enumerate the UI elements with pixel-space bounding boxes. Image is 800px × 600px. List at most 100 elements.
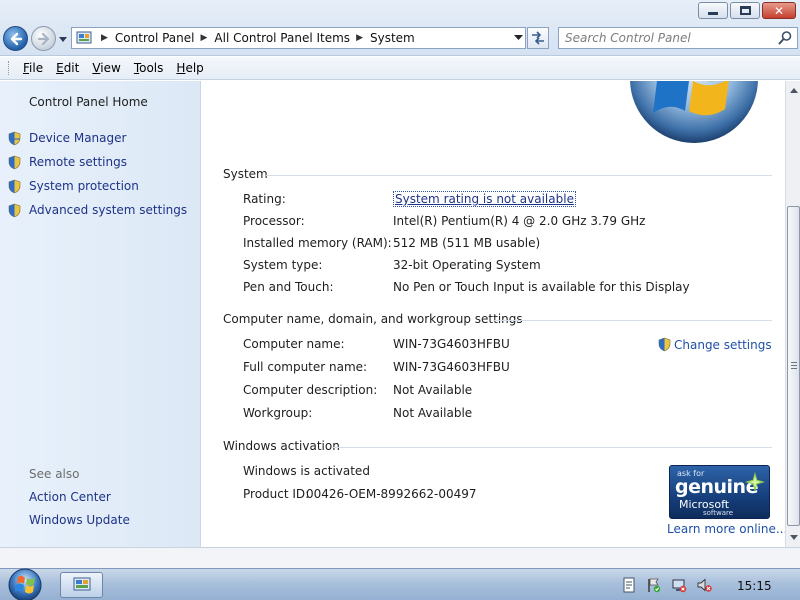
workgroup-label: Workgroup: xyxy=(243,406,313,420)
recent-pages-dropdown[interactable] xyxy=(58,34,68,44)
address-dropdown-button[interactable] xyxy=(511,28,525,48)
search-input[interactable] xyxy=(565,29,777,47)
memory-label: Installed memory (RAM): xyxy=(243,236,392,250)
thumb-grip xyxy=(791,368,797,369)
uac-shield-icon xyxy=(658,337,671,352)
back-button[interactable] xyxy=(3,26,28,51)
uac-shield-icon xyxy=(8,179,21,194)
maximize-icon xyxy=(739,6,751,15)
minimize-button[interactable] xyxy=(698,2,728,19)
pen-touch-value: No Pen or Touch Input is available for t… xyxy=(393,280,690,294)
taskbar-control-panel-button[interactable] xyxy=(60,572,103,598)
windows-logo xyxy=(630,81,758,143)
thumb-grip xyxy=(791,362,797,363)
menu-label-rest: iew xyxy=(100,61,121,75)
document-icon[interactable] xyxy=(621,577,637,593)
address-bar[interactable]: ▶ Control Panel ▶ All Control Panel Item… xyxy=(71,27,526,49)
full-computer-name-label: Full computer name: xyxy=(243,360,368,374)
menu-label-rest: ools xyxy=(139,61,164,75)
close-button[interactable]: ✕ xyxy=(762,2,796,19)
menu-label-rest: ile xyxy=(29,61,44,75)
menu-tools[interactable]: Tools xyxy=(128,61,170,75)
menu-edit[interactable]: Edit xyxy=(50,61,85,75)
uac-shield-icon xyxy=(8,131,21,146)
maximize-button[interactable] xyxy=(730,2,760,19)
uac-shield-icon xyxy=(8,203,21,218)
menu-grip xyxy=(8,61,11,75)
system-properties-content: System Rating: System rating is not avai… xyxy=(202,81,785,547)
learn-more-online-link[interactable]: Learn more online... xyxy=(667,522,785,536)
scroll-up-button[interactable] xyxy=(786,82,800,99)
network-icon[interactable] xyxy=(671,577,687,593)
system-type-value: 32-bit Operating System xyxy=(393,258,541,272)
advanced-system-settings-link[interactable]: Advanced system settings xyxy=(29,203,187,217)
arrow-down-icon xyxy=(789,535,798,540)
arrow-up-icon xyxy=(789,88,798,93)
taskbar: 15:15 xyxy=(0,568,800,600)
taskbar-clock[interactable]: 15:15 xyxy=(737,579,772,593)
menu-view[interactable]: View xyxy=(86,61,126,75)
start-button[interactable] xyxy=(5,568,45,600)
section-divider xyxy=(266,175,772,176)
computer-description-label: Computer description: xyxy=(243,383,378,397)
control-panel-home-link[interactable]: Control Panel Home xyxy=(29,95,148,109)
thumb-grip xyxy=(791,365,797,366)
arrow-left-icon xyxy=(10,32,22,45)
volume-muted-icon[interactable] xyxy=(696,577,712,593)
genuine-microsoft-badge[interactable]: ask for genuine Microsoft software xyxy=(669,465,770,519)
section-divider xyxy=(493,320,772,321)
product-id-value: 00426-OEM-8992662-00497 xyxy=(306,487,477,501)
menu-label-rest: elp xyxy=(185,61,204,75)
product-id-label: Product ID: xyxy=(243,487,310,501)
processor-label: Processor: xyxy=(243,214,305,228)
badge-text: software xyxy=(703,509,734,517)
chevron-down-icon xyxy=(514,35,523,40)
scroll-down-button[interactable] xyxy=(786,529,800,546)
pen-touch-label: Pen and Touch: xyxy=(243,280,334,294)
forward-button[interactable] xyxy=(31,26,56,51)
search-icon[interactable] xyxy=(777,30,793,46)
activation-section-title: Windows activation xyxy=(223,439,340,453)
see-also-heading: See also xyxy=(29,467,80,481)
computer-name-label: Computer name: xyxy=(243,337,345,351)
close-icon: ✕ xyxy=(773,3,785,18)
action-center-flag-icon[interactable] xyxy=(646,577,662,593)
breadcrumb-system[interactable]: System xyxy=(370,31,415,45)
search-box[interactable] xyxy=(558,27,798,49)
notification-area xyxy=(612,569,800,600)
action-center-link[interactable]: Action Center xyxy=(29,490,111,504)
uac-shield-icon xyxy=(8,155,21,170)
breadcrumb-all-items[interactable]: All Control Panel Items xyxy=(214,31,350,45)
minimize-icon xyxy=(708,12,718,15)
processor-value: Intel(R) Pentium(R) 4 @ 2.0 GHz 3.79 GHz xyxy=(393,214,646,228)
vertical-scrollbar[interactable] xyxy=(785,81,800,547)
remote-settings-link[interactable]: Remote settings xyxy=(29,155,127,169)
change-settings-label: Change settings xyxy=(674,337,772,352)
device-manager-link[interactable]: Device Manager xyxy=(29,131,126,145)
menu-file[interactable]: File xyxy=(17,61,49,75)
workgroup-value: Not Available xyxy=(393,406,473,420)
rating-label: Rating: xyxy=(243,192,286,206)
computer-name-value: WIN-73G4603HFBU xyxy=(393,337,510,351)
menu-help[interactable]: Help xyxy=(170,61,209,75)
system-type-label: System type: xyxy=(243,258,323,272)
system-rating-link[interactable]: System rating is not available xyxy=(393,191,576,207)
computer-description-value: Not Available xyxy=(393,383,473,397)
change-settings-link[interactable]: Change settings xyxy=(657,337,772,352)
menu-label-rest: dit xyxy=(63,61,80,75)
task-pane: Control Panel Home Device Manager Remote… xyxy=(0,81,201,547)
refresh-button[interactable] xyxy=(527,27,549,49)
control-panel-icon xyxy=(76,31,92,44)
window-titlebar: ✕ ▶ Control Panel ▶ All Control Panel It… xyxy=(0,0,800,56)
menu-bar: File Edit View Tools Help xyxy=(0,57,800,80)
arrow-right-icon xyxy=(37,32,49,45)
breadcrumb-control-panel[interactable]: Control Panel xyxy=(115,31,195,45)
section-divider xyxy=(332,447,772,448)
menu-accelerator: E xyxy=(56,61,64,75)
scroll-thumb[interactable] xyxy=(787,206,800,526)
activation-status: Windows is activated xyxy=(243,464,370,478)
windows-update-link[interactable]: Windows Update xyxy=(29,513,130,527)
system-protection-link[interactable]: System protection xyxy=(29,179,139,193)
star-icon xyxy=(745,472,765,492)
control-panel-icon xyxy=(73,577,90,591)
